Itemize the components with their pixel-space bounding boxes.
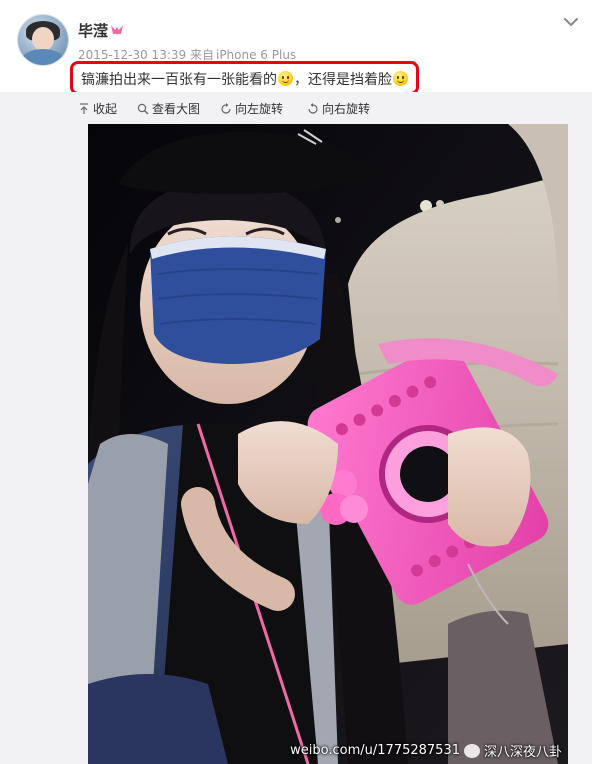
view-large-button[interactable]: 查看大图 (137, 100, 200, 117)
avatar[interactable] (18, 15, 68, 65)
weibo-post-card: 毕滢 2015-12-30 13:39 来自 iPhone 6 Plus 镐濂拍出… (0, 0, 592, 95)
post-text: 镐濂拍出来一百张有一张能看的 ，还得是挡着脸 (81, 69, 409, 89)
watermark-account: 深八深夜八卦 (483, 745, 562, 760)
post-text-highlight: 镐濂拍出来一百张有一张能看的 ，还得是挡着脸 (70, 61, 419, 95)
rotate-right-icon (308, 102, 318, 114)
username[interactable]: 毕滢 (78, 20, 108, 41)
post-timestamp[interactable]: 2015-12-30 13:39 (78, 48, 186, 62)
image-toolbar: 收起 查看大图 向左旋转 向右旋转 (0, 92, 592, 124)
view-large-label: 查看大图 (152, 102, 201, 116)
collapse-up-icon (80, 102, 88, 114)
rotate-left-icon (221, 102, 231, 114)
smile-emoji-icon (278, 71, 293, 86)
rotate-right-label: 向右旋转 (322, 102, 371, 116)
magnify-icon (137, 103, 149, 114)
post-photo[interactable]: weibo.com/u/1775287531 深八深夜八卦 (88, 124, 568, 764)
wechat-icon (463, 743, 480, 758)
rotate-left-label: 向左旋转 (235, 102, 284, 116)
photo-watermark: weibo.com/u/1775287531 深八深夜八卦 (290, 741, 562, 760)
post-text-part2: ，还得是挡着脸 (294, 72, 392, 88)
post-source-prefix: 来自 (189, 48, 214, 62)
smile-emoji-icon (393, 71, 408, 86)
collapse-button[interactable]: 收起 (78, 100, 117, 117)
post-photo-illustration (88, 124, 568, 764)
post-text-part1: 镐濂拍出来一百张有一张能看的 (81, 72, 277, 88)
rotate-right-button[interactable]: 向右旋转 (307, 100, 370, 117)
post-source: iPhone 6 Plus (215, 48, 297, 62)
watermark-site: weibo.com/u/1775287531 (290, 743, 460, 758)
rotate-left-button[interactable]: 向左旋转 (220, 100, 283, 117)
collapse-label: 收起 (93, 102, 118, 116)
chevron-down-icon[interactable] (563, 16, 579, 28)
verified-badge-icon (111, 25, 123, 34)
